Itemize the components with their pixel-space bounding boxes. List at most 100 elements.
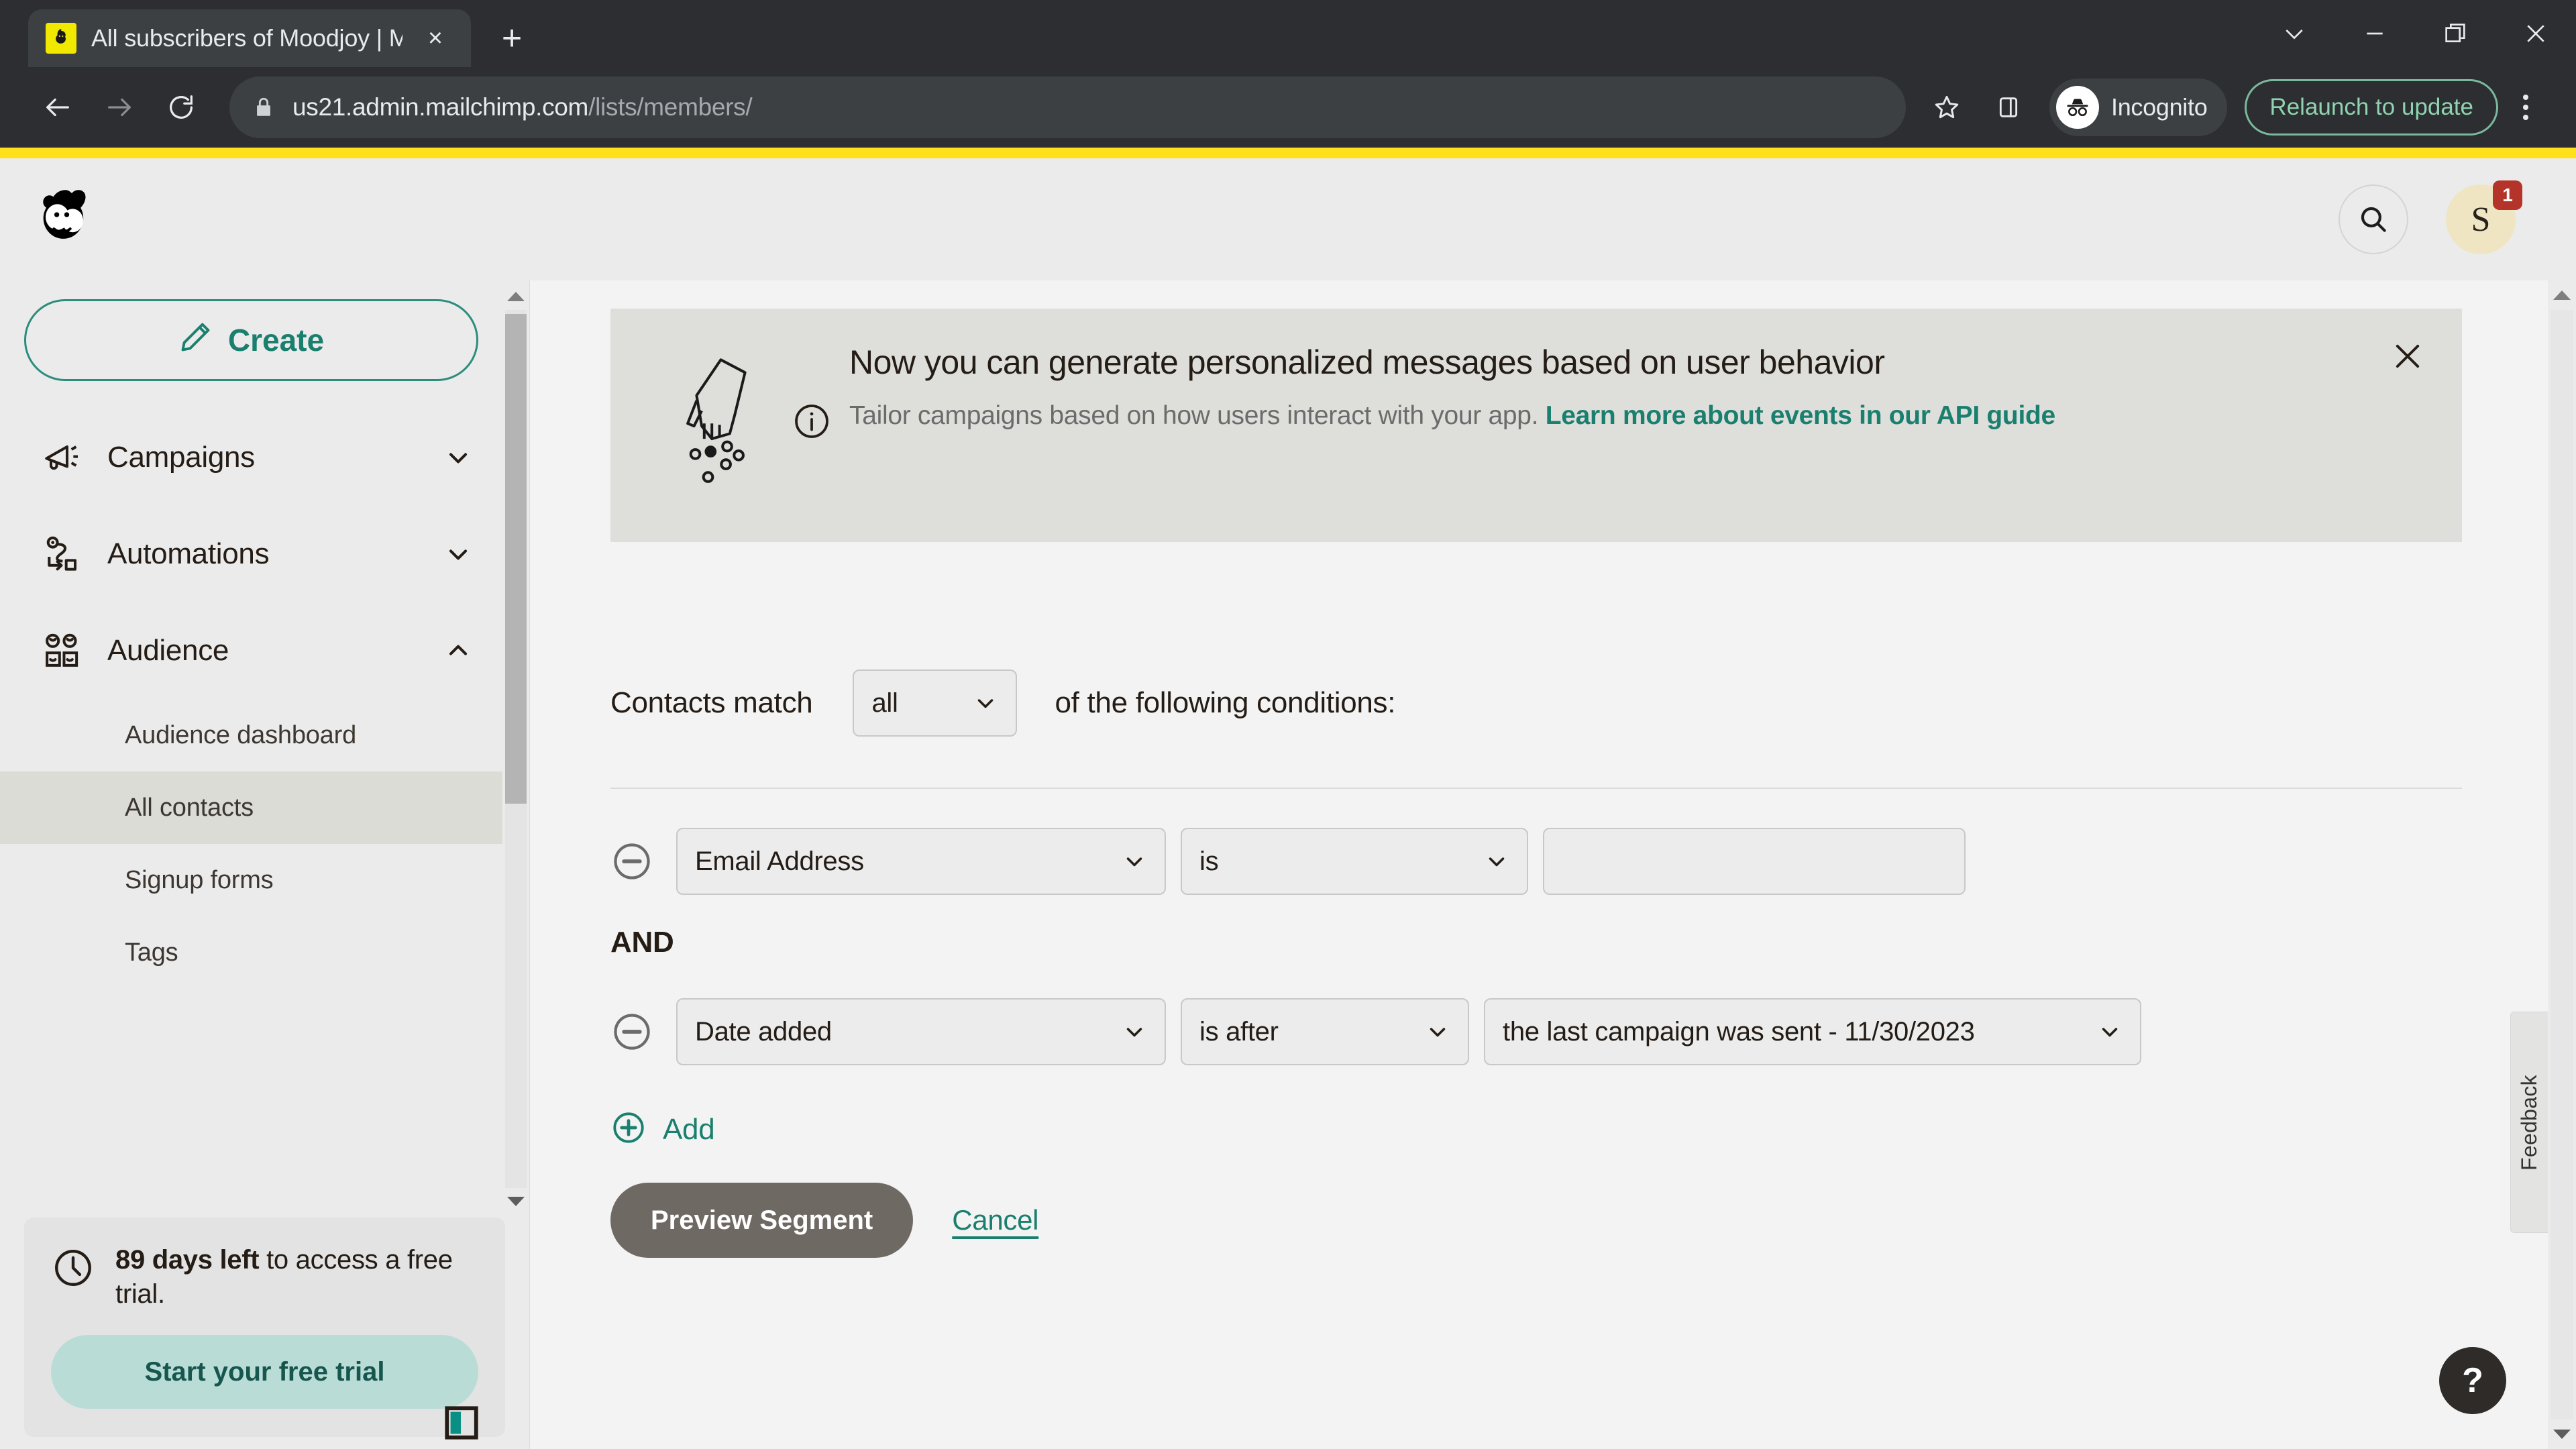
sidebar-item-tags[interactable]: Tags <box>0 916 502 989</box>
condition-field-select-2[interactable]: Date added <box>676 998 1166 1065</box>
condition-row-1: Email Address is <box>610 828 2462 895</box>
chevron-down-icon <box>973 690 998 716</box>
help-button[interactable]: ? <box>2439 1347 2506 1414</box>
chevron-down-icon <box>1425 1019 1450 1044</box>
minus-circle-icon[interactable] <box>610 840 653 883</box>
condition-operator-select-1[interactable]: is <box>1181 828 1528 895</box>
sidebar-scroll-down-icon[interactable] <box>502 1188 529 1215</box>
sidebar-item-audience-dashboard[interactable]: Audience dashboard <box>0 699 502 771</box>
bookmark-star-icon[interactable] <box>1923 84 1970 131</box>
reload-icon[interactable] <box>150 76 212 138</box>
info-circle-icon <box>792 339 849 445</box>
web-page: S 1 Create Campaigns Automations Audienc… <box>0 148 2576 1449</box>
condition-value-select-2[interactable]: the last campaign was sent - 11/30/2023 <box>1484 998 2141 1065</box>
sidebar-item-audience-label: Audience <box>107 634 229 667</box>
avatar-notification-badge: 1 <box>2493 180 2522 210</box>
sidebar-item-all-contacts[interactable]: All contacts <box>0 771 502 844</box>
preview-segment-button[interactable]: Preview Segment <box>610 1183 914 1258</box>
add-condition-button[interactable]: Add <box>610 1110 2462 1149</box>
back-arrow-icon[interactable] <box>27 76 89 138</box>
megaphone-icon <box>40 436 83 479</box>
main-content: Now you can generate personalized messag… <box>530 280 2576 1449</box>
sidebar-item-campaigns-label: Campaigns <box>107 441 255 474</box>
create-button[interactable]: Create <box>24 299 478 381</box>
condition-field-select-1[interactable]: Email Address <box>676 828 1166 895</box>
condition-field-value-1: Email Address <box>695 846 864 876</box>
page-scroll-down-icon[interactable] <box>2548 1419 2576 1449</box>
cancel-button[interactable]: Cancel <box>952 1204 1038 1236</box>
sidebar-footer: 89 days left to access a free trial. Sta… <box>0 1218 529 1449</box>
minus-circle-icon[interactable] <box>610 1010 653 1053</box>
page-scroll-up-icon[interactable] <box>2548 280 2576 310</box>
sidebar-item-audience[interactable]: Audience <box>0 602 502 699</box>
browser-tab[interactable]: All subscribers of Moodjoy | Mai × <box>28 9 471 67</box>
url-path: /lists/members/ <box>588 93 753 121</box>
promo-banner: Now you can generate personalized messag… <box>610 309 2462 542</box>
sidebar-item-automations-label: Automations <box>107 537 270 570</box>
sidebar-scroll-region: Create Campaigns Automations Audience Au… <box>0 280 529 1218</box>
condition-operator-select-2[interactable]: is after <box>1181 998 1469 1065</box>
browser-toolbar: us21.admin.mailchimp.com/lists/members/ … <box>0 67 2576 148</box>
condition-value-input-1[interactable] <box>1543 828 1966 895</box>
collapse-sidebar-icon[interactable] <box>442 1403 481 1442</box>
mailchimp-favicon-icon <box>46 23 76 54</box>
address-bar[interactable]: us21.admin.mailchimp.com/lists/members/ <box>229 76 1906 138</box>
trial-status-row: 89 days left to access a free trial. <box>51 1243 478 1311</box>
sidebar-scroll-up-icon[interactable] <box>502 283 529 310</box>
incognito-indicator[interactable]: Incognito <box>2049 78 2228 136</box>
condition-operator-value-1: is <box>1199 846 1219 876</box>
free-trial-card: 89 days left to access a free trial. Sta… <box>24 1218 505 1437</box>
sidebar-item-automations[interactable]: Automations <box>0 506 502 602</box>
sidebar-item-campaigns[interactable]: Campaigns <box>0 409 502 506</box>
chevron-down-icon <box>443 539 473 569</box>
promo-learn-more-link[interactable]: Learn more about events in our API guide <box>1546 401 2055 430</box>
forward-arrow-icon[interactable] <box>89 76 150 138</box>
relaunch-to-update-button[interactable]: Relaunch to update <box>2245 79 2498 136</box>
minimize-icon[interactable] <box>2334 0 2415 67</box>
pencil-icon <box>178 319 213 362</box>
match-type-value: all <box>871 688 898 718</box>
chevron-down-icon <box>443 443 473 472</box>
sidebar-item-signup-forms[interactable]: Signup forms <box>0 844 502 916</box>
page-scrollbar-track[interactable] <box>2551 310 2573 1419</box>
hand-sprinkling-dots-illustration-icon <box>637 339 792 511</box>
chrome-menu-icon[interactable] <box>2502 80 2549 134</box>
promo-subtitle-text: Tailor campaigns based on how users inte… <box>849 401 1546 430</box>
close-icon[interactable] <box>2385 334 2430 378</box>
chevron-down-icon <box>1484 849 1509 874</box>
chevron-up-icon <box>443 636 473 665</box>
incognito-label: Incognito <box>2111 93 2208 121</box>
page-scrollbar[interactable] <box>2548 280 2576 1449</box>
condition-value-2: the last campaign was sent - 11/30/2023 <box>1503 1016 1975 1046</box>
sidebar-scrollbar[interactable] <box>502 280 529 1218</box>
trial-status-text: 89 days left to access a free trial. <box>115 1243 478 1311</box>
condition-field-value-2: Date added <box>695 1016 832 1046</box>
lock-icon <box>252 96 275 119</box>
close-window-icon[interactable] <box>2496 0 2576 67</box>
audience-people-icon <box>40 629 83 672</box>
automation-path-icon <box>40 533 83 576</box>
tab-strip: All subscribers of Moodjoy | Mai × + <box>0 0 2576 67</box>
add-condition-label: Add <box>663 1112 715 1146</box>
side-panel-icon[interactable] <box>1982 84 2035 131</box>
sidebar: Create Campaigns Automations Audience Au… <box>0 280 530 1449</box>
plus-circle-icon <box>610 1110 647 1149</box>
condition-row-2: Date added is after the last campaign wa… <box>610 998 2462 1065</box>
restore-icon[interactable] <box>2415 0 2496 67</box>
condition-operator-value-2: is after <box>1199 1016 1279 1046</box>
match-type-select[interactable]: all <box>853 669 1018 737</box>
app-body: Create Campaigns Automations Audience Au… <box>0 280 2576 1449</box>
divider <box>610 788 2462 789</box>
start-free-trial-button[interactable]: Start your free trial <box>51 1335 478 1409</box>
new-tab-button[interactable]: + <box>488 15 535 62</box>
search-icon[interactable] <box>2339 184 2408 254</box>
mailchimp-freddie-logo-icon[interactable] <box>27 182 102 257</box>
tab-search-chevron-down-icon[interactable] <box>2254 0 2334 67</box>
browser-window: All subscribers of Moodjoy | Mai × + us2… <box>0 0 2576 1449</box>
avatar[interactable]: S 1 <box>2446 180 2522 254</box>
feedback-tab[interactable]: Feedback <box>2510 1012 2548 1233</box>
tab-close-icon[interactable]: × <box>417 20 453 56</box>
trial-days-left: 89 days left <box>115 1245 260 1275</box>
sidebar-scrollbar-thumb[interactable] <box>505 314 527 804</box>
segment-builder-card: Now you can generate personalized messag… <box>570 294 2508 1449</box>
